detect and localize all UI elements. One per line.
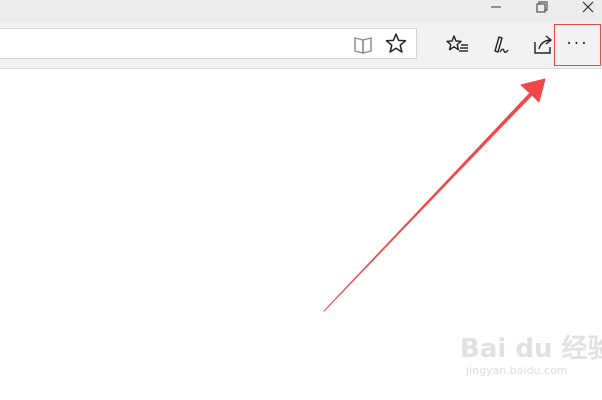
favorites-hub-icon [446,35,468,52]
reading-view-icon [354,37,372,54]
browser-toolbar: ··· [0,22,602,69]
minimize-button[interactable] [478,0,518,20]
title-bar [0,0,602,22]
watermark-url: jingyan.baidu.com [466,364,568,377]
pen-icon [494,36,509,53]
minimize-icon [491,6,501,8]
star-icon [385,33,407,53]
baidu-watermark: Bai du 经验 jingyan.baidu.com [460,328,602,388]
reading-view-button[interactable] [351,32,377,58]
more-button[interactable]: ··· [554,24,601,66]
watermark-brand: Bai du 经验 [460,334,602,364]
more-dots-icon: ··· [566,34,589,54]
hub-button[interactable] [444,32,474,58]
restore-icon [536,1,548,13]
restore-button[interactable] [522,0,562,20]
close-icon [582,1,594,13]
add-favorite-button[interactable] [384,31,410,57]
close-button[interactable] [566,0,602,20]
web-note-button[interactable] [486,32,516,58]
browser-window: ··· Bai du 经验 jingyan.baidu.com [0,0,602,400]
address-input[interactable] [4,33,338,56]
